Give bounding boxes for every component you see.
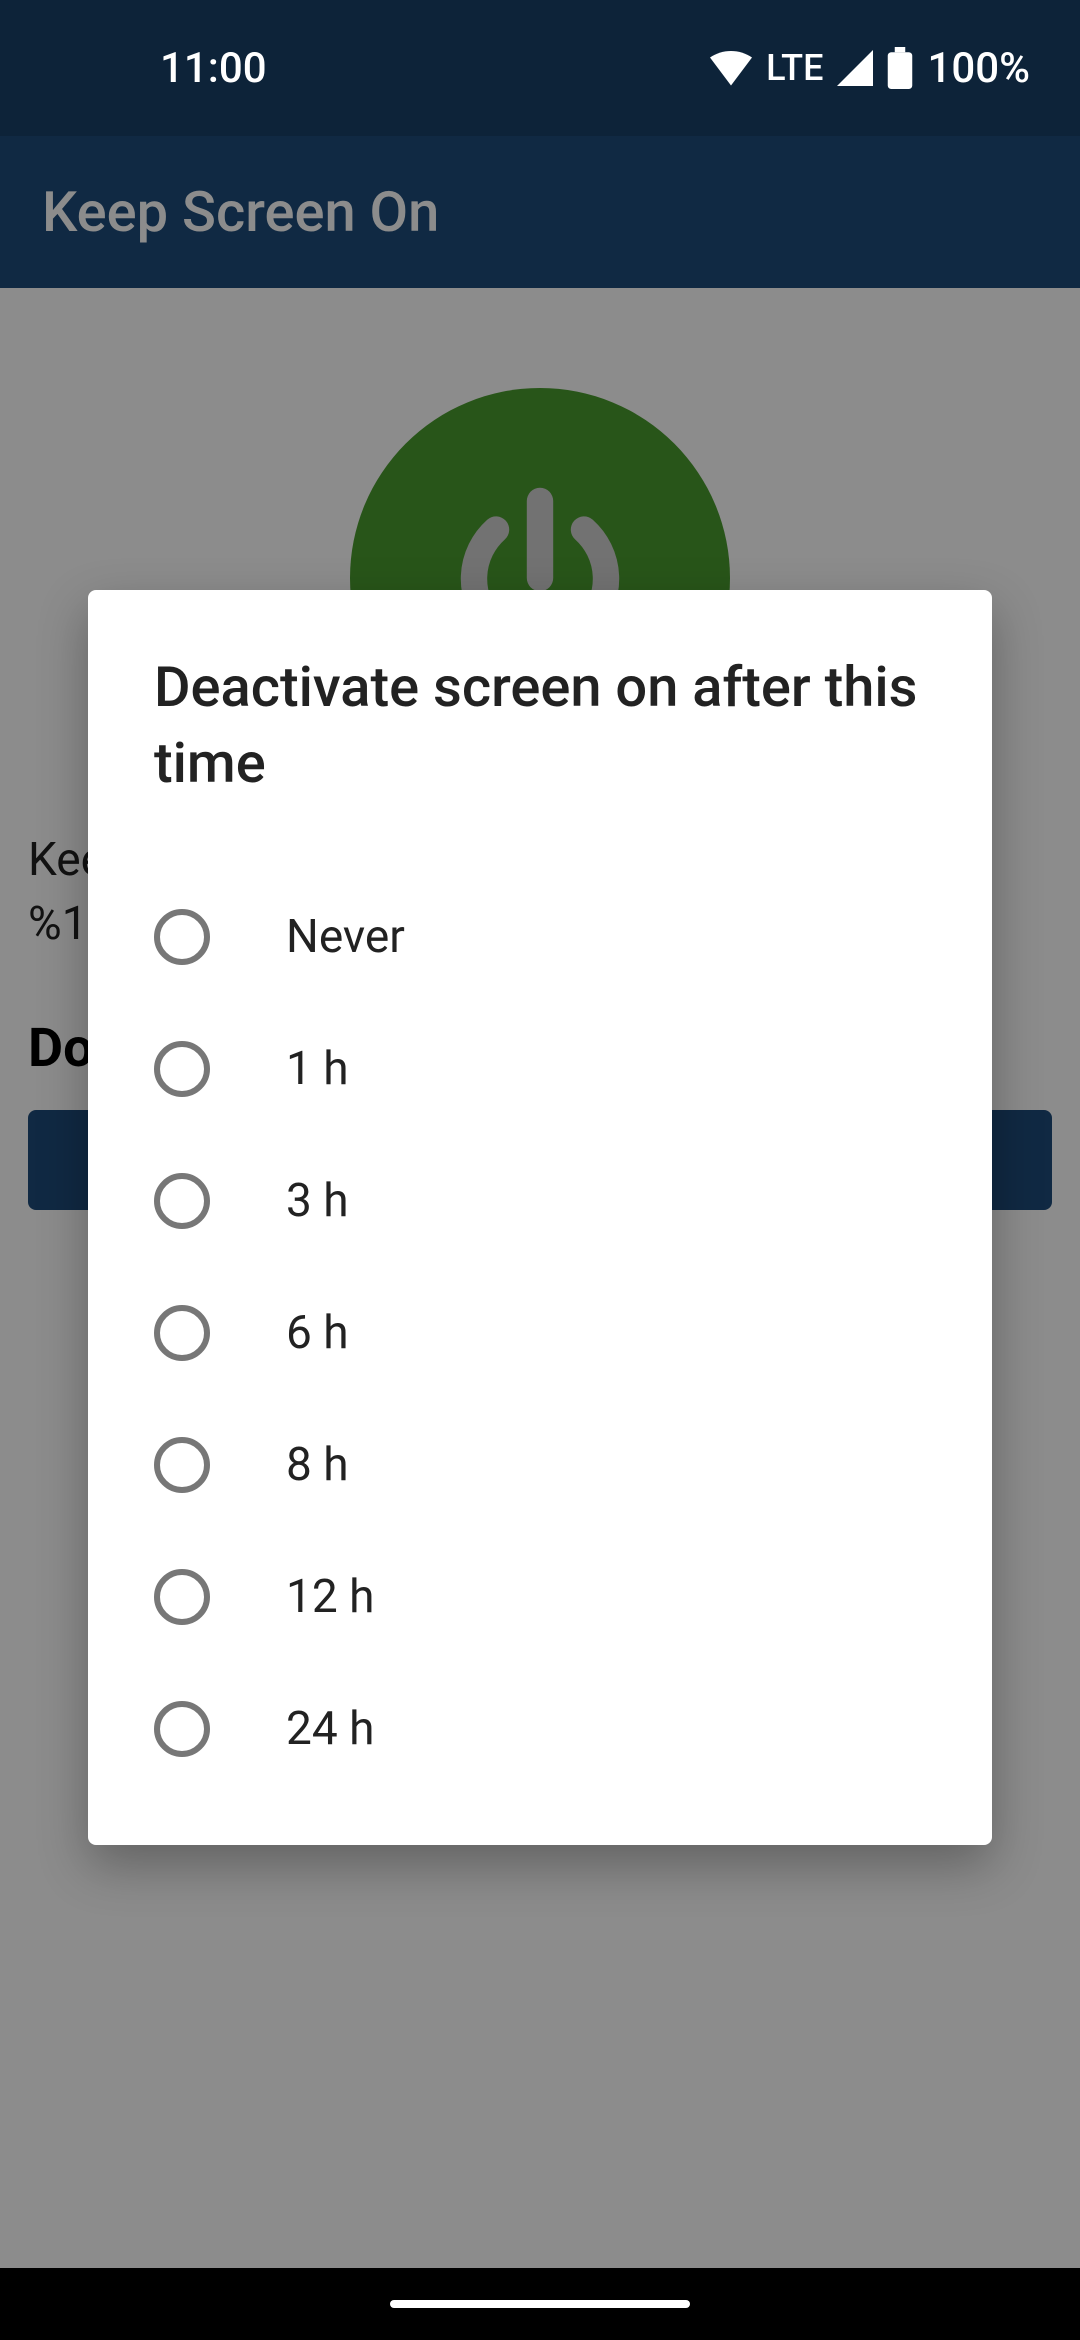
- radio-unchecked-icon: [154, 1569, 210, 1625]
- navigation-bar: [0, 2268, 1080, 2340]
- signal-icon: [837, 50, 873, 86]
- option-label: 1 h: [286, 1042, 349, 1096]
- option-never[interactable]: Never: [154, 871, 926, 1003]
- option-3h[interactable]: 3 h: [154, 1135, 926, 1267]
- option-label: 24 h: [286, 1702, 374, 1756]
- wifi-icon: [710, 50, 752, 86]
- radio-unchecked-icon: [154, 1305, 210, 1361]
- option-label: 12 h: [286, 1570, 374, 1624]
- radio-unchecked-icon: [154, 1041, 210, 1097]
- network-label: LTE: [766, 47, 823, 89]
- option-label: 3 h: [286, 1174, 349, 1228]
- radio-unchecked-icon: [154, 1437, 210, 1493]
- dialog-title: Deactivate screen on after this time: [154, 650, 926, 801]
- status-right: LTE 100%: [710, 44, 1030, 93]
- status-bar: 11:00 LTE 100%: [0, 0, 1080, 136]
- option-24h[interactable]: 24 h: [154, 1663, 926, 1795]
- home-indicator[interactable]: [390, 2300, 690, 2308]
- option-label: Never: [286, 910, 405, 964]
- option-1h[interactable]: 1 h: [154, 1003, 926, 1135]
- option-6h[interactable]: 6 h: [154, 1267, 926, 1399]
- option-label: 8 h: [286, 1438, 349, 1492]
- battery-icon: [887, 47, 913, 89]
- option-8h[interactable]: 8 h: [154, 1399, 926, 1531]
- option-label: 6 h: [286, 1306, 349, 1360]
- radio-unchecked-icon: [154, 1701, 210, 1757]
- deactivate-time-dialog: Deactivate screen on after this time Nev…: [88, 590, 992, 1845]
- status-time: 11:00: [160, 44, 267, 93]
- battery-percent: 100%: [927, 44, 1030, 93]
- radio-unchecked-icon: [154, 1173, 210, 1229]
- option-12h[interactable]: 12 h: [154, 1531, 926, 1663]
- radio-unchecked-icon: [154, 909, 210, 965]
